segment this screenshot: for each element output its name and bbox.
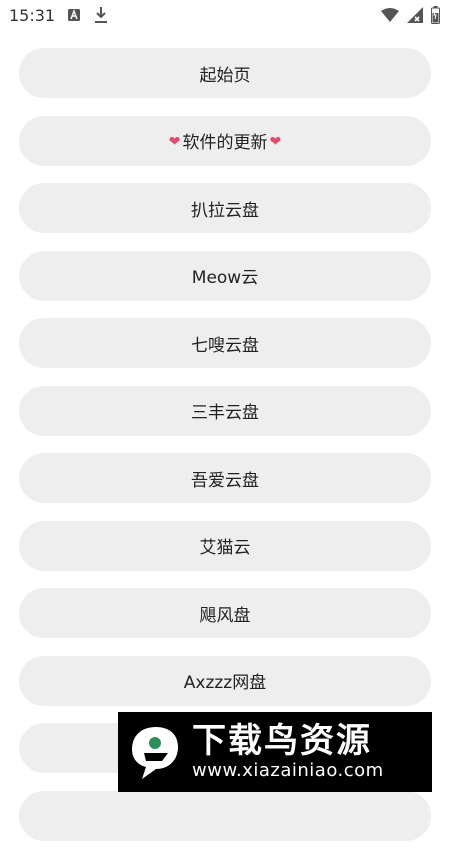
menu-item-axzzz-disk[interactable]: Axzzz网盘 — [19, 655, 431, 706]
menu-item-aimao-cloud[interactable]: 艾猫云 — [19, 520, 431, 571]
watermark-url: www.xiazainiao.com — [192, 760, 384, 781]
menu-item-software-update[interactable]: ❤ 软件的更新 ❤ — [19, 115, 431, 166]
watermark-title: 下载鸟资源 — [192, 721, 372, 761]
status-right-group — [381, 6, 440, 24]
menu-item-label: Axzzz网盘 — [183, 673, 267, 693]
bird-logo-icon — [132, 727, 178, 779]
menu-item-bala-cloud[interactable]: 扒拉云盘 — [19, 183, 431, 233]
heart-icon: ❤ — [269, 133, 282, 150]
menu-item-qisou-cloud[interactable]: 七嗖云盘 — [19, 318, 431, 368]
status-time: 15:31 — [9, 6, 56, 25]
menu-item-sanfeng-cloud[interactable]: 三丰云盘 — [19, 385, 431, 436]
menu-item-start-page[interactable]: 起始页 — [19, 48, 431, 98]
watermark-text: 下载鸟资源 www.xiazainiao.com — [192, 722, 384, 782]
watermark-banner: 下载鸟资源 www.xiazainiao.com — [118, 712, 432, 792]
signal-icon — [407, 7, 423, 23]
wifi-icon — [381, 8, 399, 22]
heart-icon: ❤ — [168, 133, 181, 150]
menu-item-label: 艾猫云 — [199, 538, 251, 558]
menu-item-label: 软件的更新 — [182, 133, 268, 153]
menu-item-label: 扒拉云盘 — [191, 200, 259, 221]
menu-item-label: 三丰云盘 — [191, 403, 259, 423]
menu-item-label: 飓风盘 — [199, 605, 251, 626]
download-icon — [95, 7, 107, 23]
menu-item-wuai-cloud[interactable]: 吾爱云盘 — [19, 453, 431, 503]
menu-item-label: 吾爱云盘 — [191, 470, 259, 491]
battery-icon — [431, 6, 440, 24]
menu-item-label: 起始页 — [199, 65, 251, 86]
menu-item-meow-cloud[interactable]: Meow云 — [19, 250, 431, 301]
status-bar: 15:31 — [0, 0, 450, 32]
menu-item-obscured-2[interactable] — [19, 790, 431, 841]
menu-item-jufeng-disk[interactable]: 飓风盘 — [19, 588, 431, 638]
menu-item-label: 七嗖云盘 — [191, 335, 259, 356]
menu-item-label: Meow云 — [191, 268, 259, 288]
a-icon — [68, 9, 80, 21]
